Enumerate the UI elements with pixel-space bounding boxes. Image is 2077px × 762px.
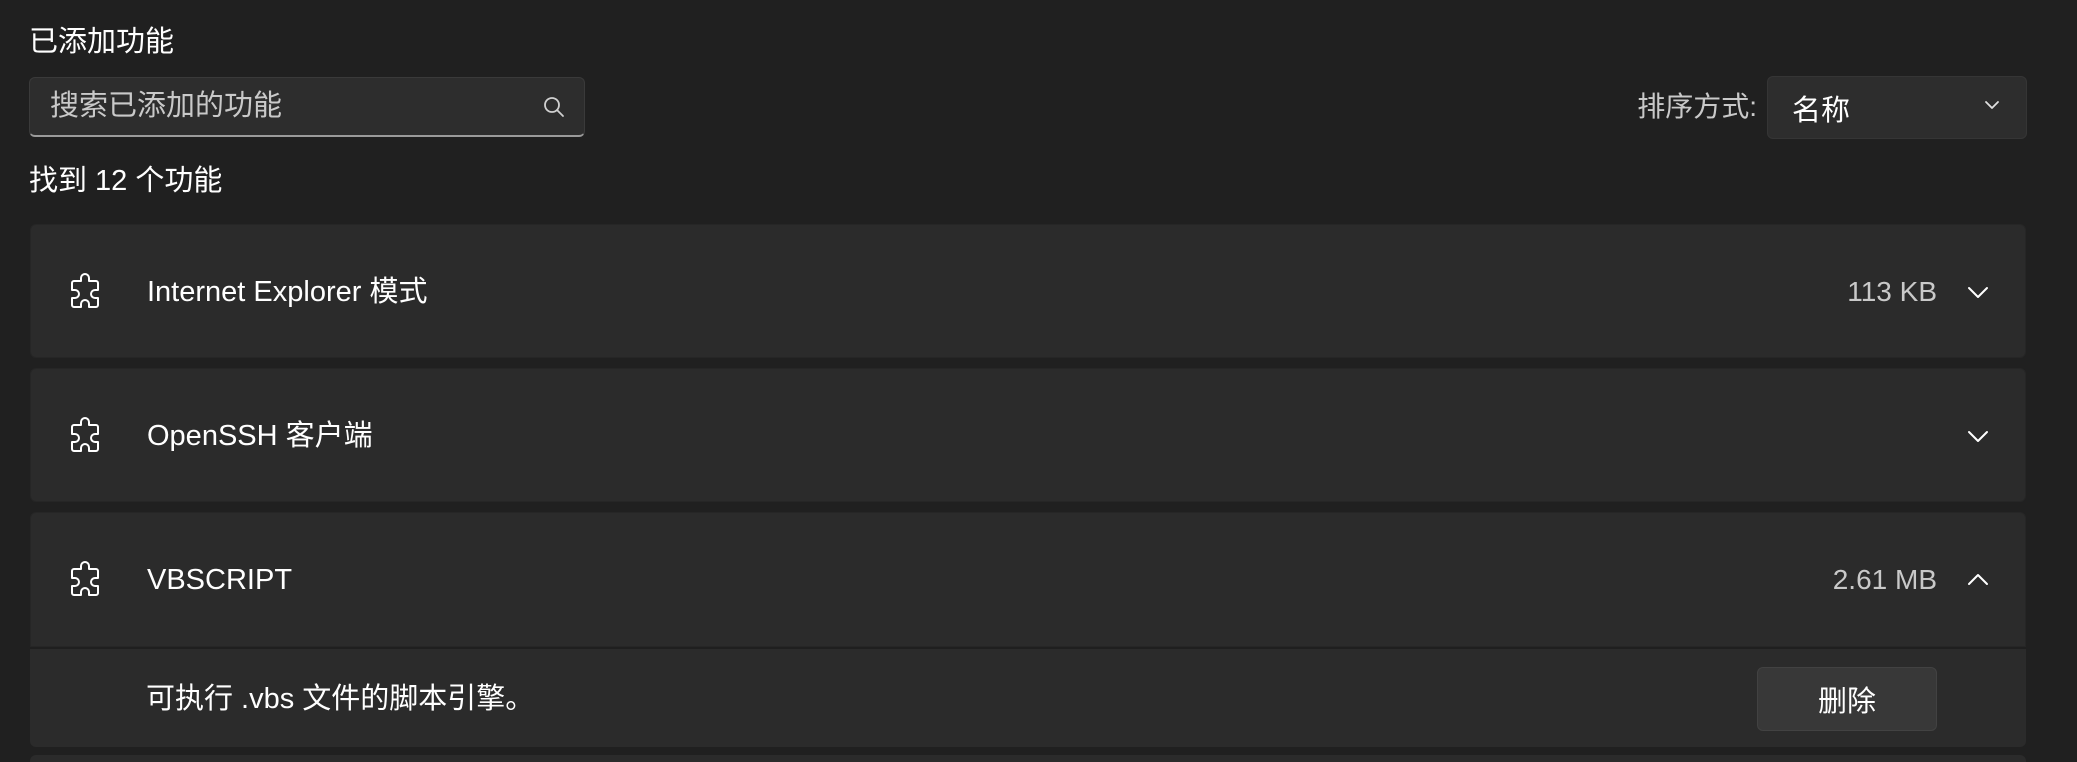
feature-item-vbscript[interactable]: VBSCRIPT 2.61 MB <box>30 512 2026 647</box>
feature-name: VBSCRIPT <box>147 564 293 596</box>
section-title: 已添加功能 <box>29 26 175 58</box>
feature-description: 可执行 .vbs 文件的脚本引擎。 <box>146 683 535 715</box>
feature-item-openssh-client[interactable]: OpenSSH 客户端 <box>30 368 2026 502</box>
puzzle-icon <box>67 416 107 456</box>
feature-name: OpenSSH 客户端 <box>147 420 373 452</box>
feature-detail-panel: 可执行 .vbs 文件的脚本引擎。 删除 <box>30 647 2026 747</box>
feature-item-partial <box>30 755 2026 762</box>
chevron-up-icon[interactable] <box>1963 565 1993 595</box>
feature-name: Internet Explorer 模式 <box>147 276 428 308</box>
result-count: 找到 12 个功能 <box>29 165 223 197</box>
sort-label: 排序方式: <box>1637 91 1757 122</box>
puzzle-icon <box>67 560 107 600</box>
sort-dropdown[interactable]: 名称 <box>1767 76 2027 139</box>
chevron-down-icon <box>1982 95 2002 120</box>
search-icon[interactable] <box>540 93 568 121</box>
feature-size: 113 KB <box>1847 276 1937 307</box>
search-box[interactable] <box>29 77 585 137</box>
remove-button[interactable]: 删除 <box>1757 667 1937 731</box>
chevron-down-icon[interactable] <box>1963 421 1993 451</box>
chevron-down-icon[interactable] <box>1963 277 1993 307</box>
optional-features-page: 已添加功能 排序方式: 名称 找到 12 个功能 Internet Explor… <box>0 0 2077 762</box>
sort-selected-value: 名称 <box>1792 94 1851 127</box>
feature-size: 2.61 MB <box>1832 564 1937 595</box>
feature-item-internet-explorer-mode[interactable]: Internet Explorer 模式 113 KB <box>30 224 2026 358</box>
search-input[interactable] <box>30 78 540 135</box>
puzzle-icon <box>67 272 107 312</box>
